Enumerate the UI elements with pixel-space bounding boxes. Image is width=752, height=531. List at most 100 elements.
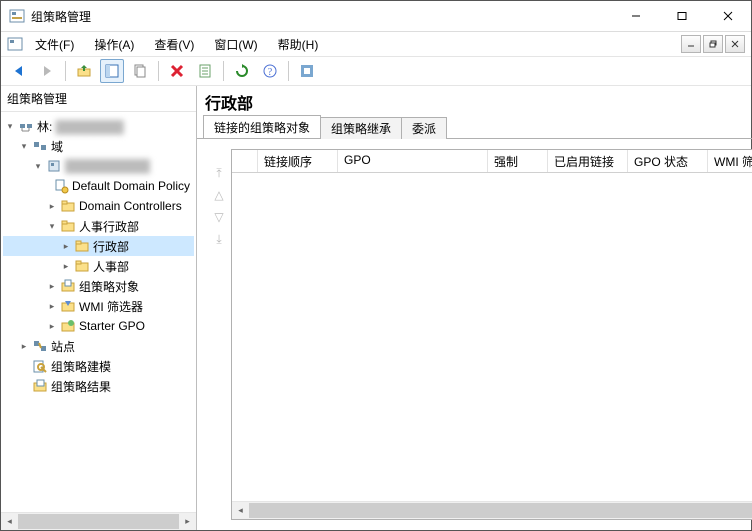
delete-button[interactable] <box>165 59 189 83</box>
console-tree[interactable]: ▾ 林: ████████ ▾ 域 ▾ ██████████ <box>1 112 196 512</box>
move-up-button[interactable]: △ <box>210 187 228 203</box>
wmi-filter-icon <box>60 298 76 314</box>
tree-label: 域 <box>51 138 63 155</box>
refresh-button[interactable] <box>230 59 254 83</box>
mdi-close-button[interactable] <box>725 35 745 53</box>
tree-node-starter-gpo[interactable]: ▸ Starter GPO <box>3 316 194 336</box>
move-down-button[interactable]: ▽ <box>210 209 228 225</box>
app-window: 组策略管理 文件(F) 操作(A) 查看(V) 窗口(W) 帮助(H) ? <box>0 0 752 531</box>
expander-icon[interactable]: ▸ <box>45 279 59 293</box>
tab-content: ⤒ △ ▽ ⤓ 链接顺序 GPO 强制 已启用链接 GPO 状态 WMI 筛选 <box>197 139 752 530</box>
grid-col-gpo-status[interactable]: GPO 状态 <box>628 150 708 172</box>
content-area: 组策略管理 ▾ 林: ████████ ▾ 域 ▾ ███████ <box>1 86 751 530</box>
results-icon <box>32 378 48 394</box>
expander-icon[interactable]: ▸ <box>45 199 59 213</box>
toolbar-separator <box>65 61 66 81</box>
tree-node-default-domain-policy[interactable]: Default Domain Policy <box>3 176 194 196</box>
console-tree-toggle-button[interactable] <box>100 59 124 83</box>
grid-body-empty[interactable] <box>232 173 752 501</box>
grid-horizontal-scrollbar[interactable]: ◂ ▸ <box>232 501 752 519</box>
mdi-icon <box>7 36 23 52</box>
domain-icon <box>46 158 62 174</box>
back-button[interactable] <box>7 59 31 83</box>
expander-icon[interactable]: ▾ <box>31 159 45 173</box>
expander-icon[interactable]: ▸ <box>45 319 59 333</box>
menu-help[interactable]: 帮助(H) <box>270 34 327 55</box>
scrollbar-thumb[interactable] <box>18 514 179 529</box>
tree-node-gp-results[interactable]: 组策略结果 <box>3 376 194 396</box>
tree-horizontal-scrollbar[interactable]: ◂ ▸ <box>1 512 196 530</box>
copy-button[interactable] <box>128 59 152 83</box>
expander-icon[interactable]: ▾ <box>17 139 31 153</box>
maximize-button[interactable] <box>659 1 705 31</box>
mdi-minimize-button[interactable] <box>681 35 701 53</box>
expander-icon[interactable]: ▾ <box>3 119 17 133</box>
titlebar: 组策略管理 <box>1 1 751 32</box>
details-title: 行政部 <box>197 86 752 116</box>
move-top-button[interactable]: ⤒ <box>210 165 228 181</box>
grid-col-blank[interactable] <box>232 150 258 172</box>
ou-icon <box>74 258 90 274</box>
tree-label: Default Domain Policy <box>72 179 190 193</box>
scroll-right-icon[interactable]: ▸ <box>179 514 196 529</box>
tree-node-sites[interactable]: ▸ 站点 <box>3 336 194 356</box>
app-icon <box>9 8 25 24</box>
svg-text:?: ? <box>268 67 273 78</box>
properties-button[interactable] <box>193 59 217 83</box>
gpo-container-icon <box>60 278 76 294</box>
toolbar-separator <box>223 61 224 81</box>
ou-icon <box>60 198 76 214</box>
tree-label: 组策略对象 <box>79 278 139 295</box>
tree-label: Starter GPO <box>79 319 145 333</box>
tree-label: 人事行政部 <box>79 218 139 235</box>
menu-file[interactable]: 文件(F) <box>27 34 82 55</box>
tab-delegation[interactable]: 委派 <box>401 117 447 139</box>
tab-linked-gpos[interactable]: 链接的组策略对象 <box>203 115 321 138</box>
scroll-left-icon[interactable]: ◂ <box>1 514 18 529</box>
grid-col-link-enabled[interactable]: 已启用链接 <box>548 150 628 172</box>
grid-col-wmi-filter[interactable]: WMI 筛选 <box>708 150 752 172</box>
tree-node-admin-ou[interactable]: ▸ 行政部 <box>3 236 194 256</box>
tree-node-domains[interactable]: ▾ 域 <box>3 136 194 156</box>
forest-icon <box>18 118 34 134</box>
details-pane: 行政部 链接的组策略对象 组策略继承 委派 ⤒ △ ▽ ⤓ 链接顺序 GPO <box>197 86 752 530</box>
tree-node-forest[interactable]: ▾ 林: ████████ <box>3 116 194 136</box>
tree-node-gpo-objects[interactable]: ▸ 组策略对象 <box>3 276 194 296</box>
tree-label: 站点 <box>51 338 75 355</box>
grid-col-gpo[interactable]: GPO <box>338 150 488 172</box>
expander-icon[interactable]: ▾ <box>45 219 59 233</box>
sites-icon <box>32 338 48 354</box>
tree-node-domain[interactable]: ▾ ██████████ <box>3 156 194 176</box>
scrollbar-thumb[interactable] <box>249 503 752 518</box>
tab-gp-inheritance[interactable]: 组策略继承 <box>320 117 402 139</box>
forward-button[interactable] <box>35 59 59 83</box>
help-button[interactable]: ? <box>258 59 282 83</box>
tree-node-hr-ou[interactable]: ▸ 人事部 <box>3 256 194 276</box>
menu-view[interactable]: 查看(V) <box>146 34 202 55</box>
close-button[interactable] <box>705 1 751 31</box>
tree-node-wmi-filters[interactable]: ▸ WMI 筛选器 <box>3 296 194 316</box>
toolbar-separator <box>288 61 289 81</box>
grid-col-link-order[interactable]: 链接顺序 <box>258 150 338 172</box>
menu-window[interactable]: 窗口(W) <box>206 34 265 55</box>
tree-node-domain-controllers[interactable]: ▸ Domain Controllers <box>3 196 194 216</box>
tree-label: WMI 筛选器 <box>79 298 143 315</box>
tree-label: 林: ████████ <box>37 118 124 135</box>
up-folder-button[interactable] <box>72 59 96 83</box>
mdi-restore-button[interactable] <box>703 35 723 53</box>
minimize-button[interactable] <box>613 1 659 31</box>
tree-label: 人事部 <box>93 258 129 275</box>
expander-icon[interactable]: ▸ <box>59 259 73 273</box>
tree-node-hr-admin-ou[interactable]: ▾ 人事行政部 <box>3 216 194 236</box>
expander-icon[interactable]: ▸ <box>45 299 59 313</box>
menu-action[interactable]: 操作(A) <box>86 34 142 55</box>
scroll-left-icon[interactable]: ◂ <box>232 503 249 518</box>
expander-icon[interactable]: ▸ <box>17 339 31 353</box>
expander-icon[interactable]: ▸ <box>59 239 73 253</box>
tree-label: Domain Controllers <box>79 199 182 213</box>
tree-node-gp-modeling[interactable]: 组策略建模 <box>3 356 194 376</box>
move-bottom-button[interactable]: ⤓ <box>210 231 228 247</box>
grid-col-enforced[interactable]: 强制 <box>488 150 548 172</box>
scrollbar-track[interactable] <box>18 514 179 529</box>
stop-toolbar-button[interactable] <box>295 59 319 83</box>
